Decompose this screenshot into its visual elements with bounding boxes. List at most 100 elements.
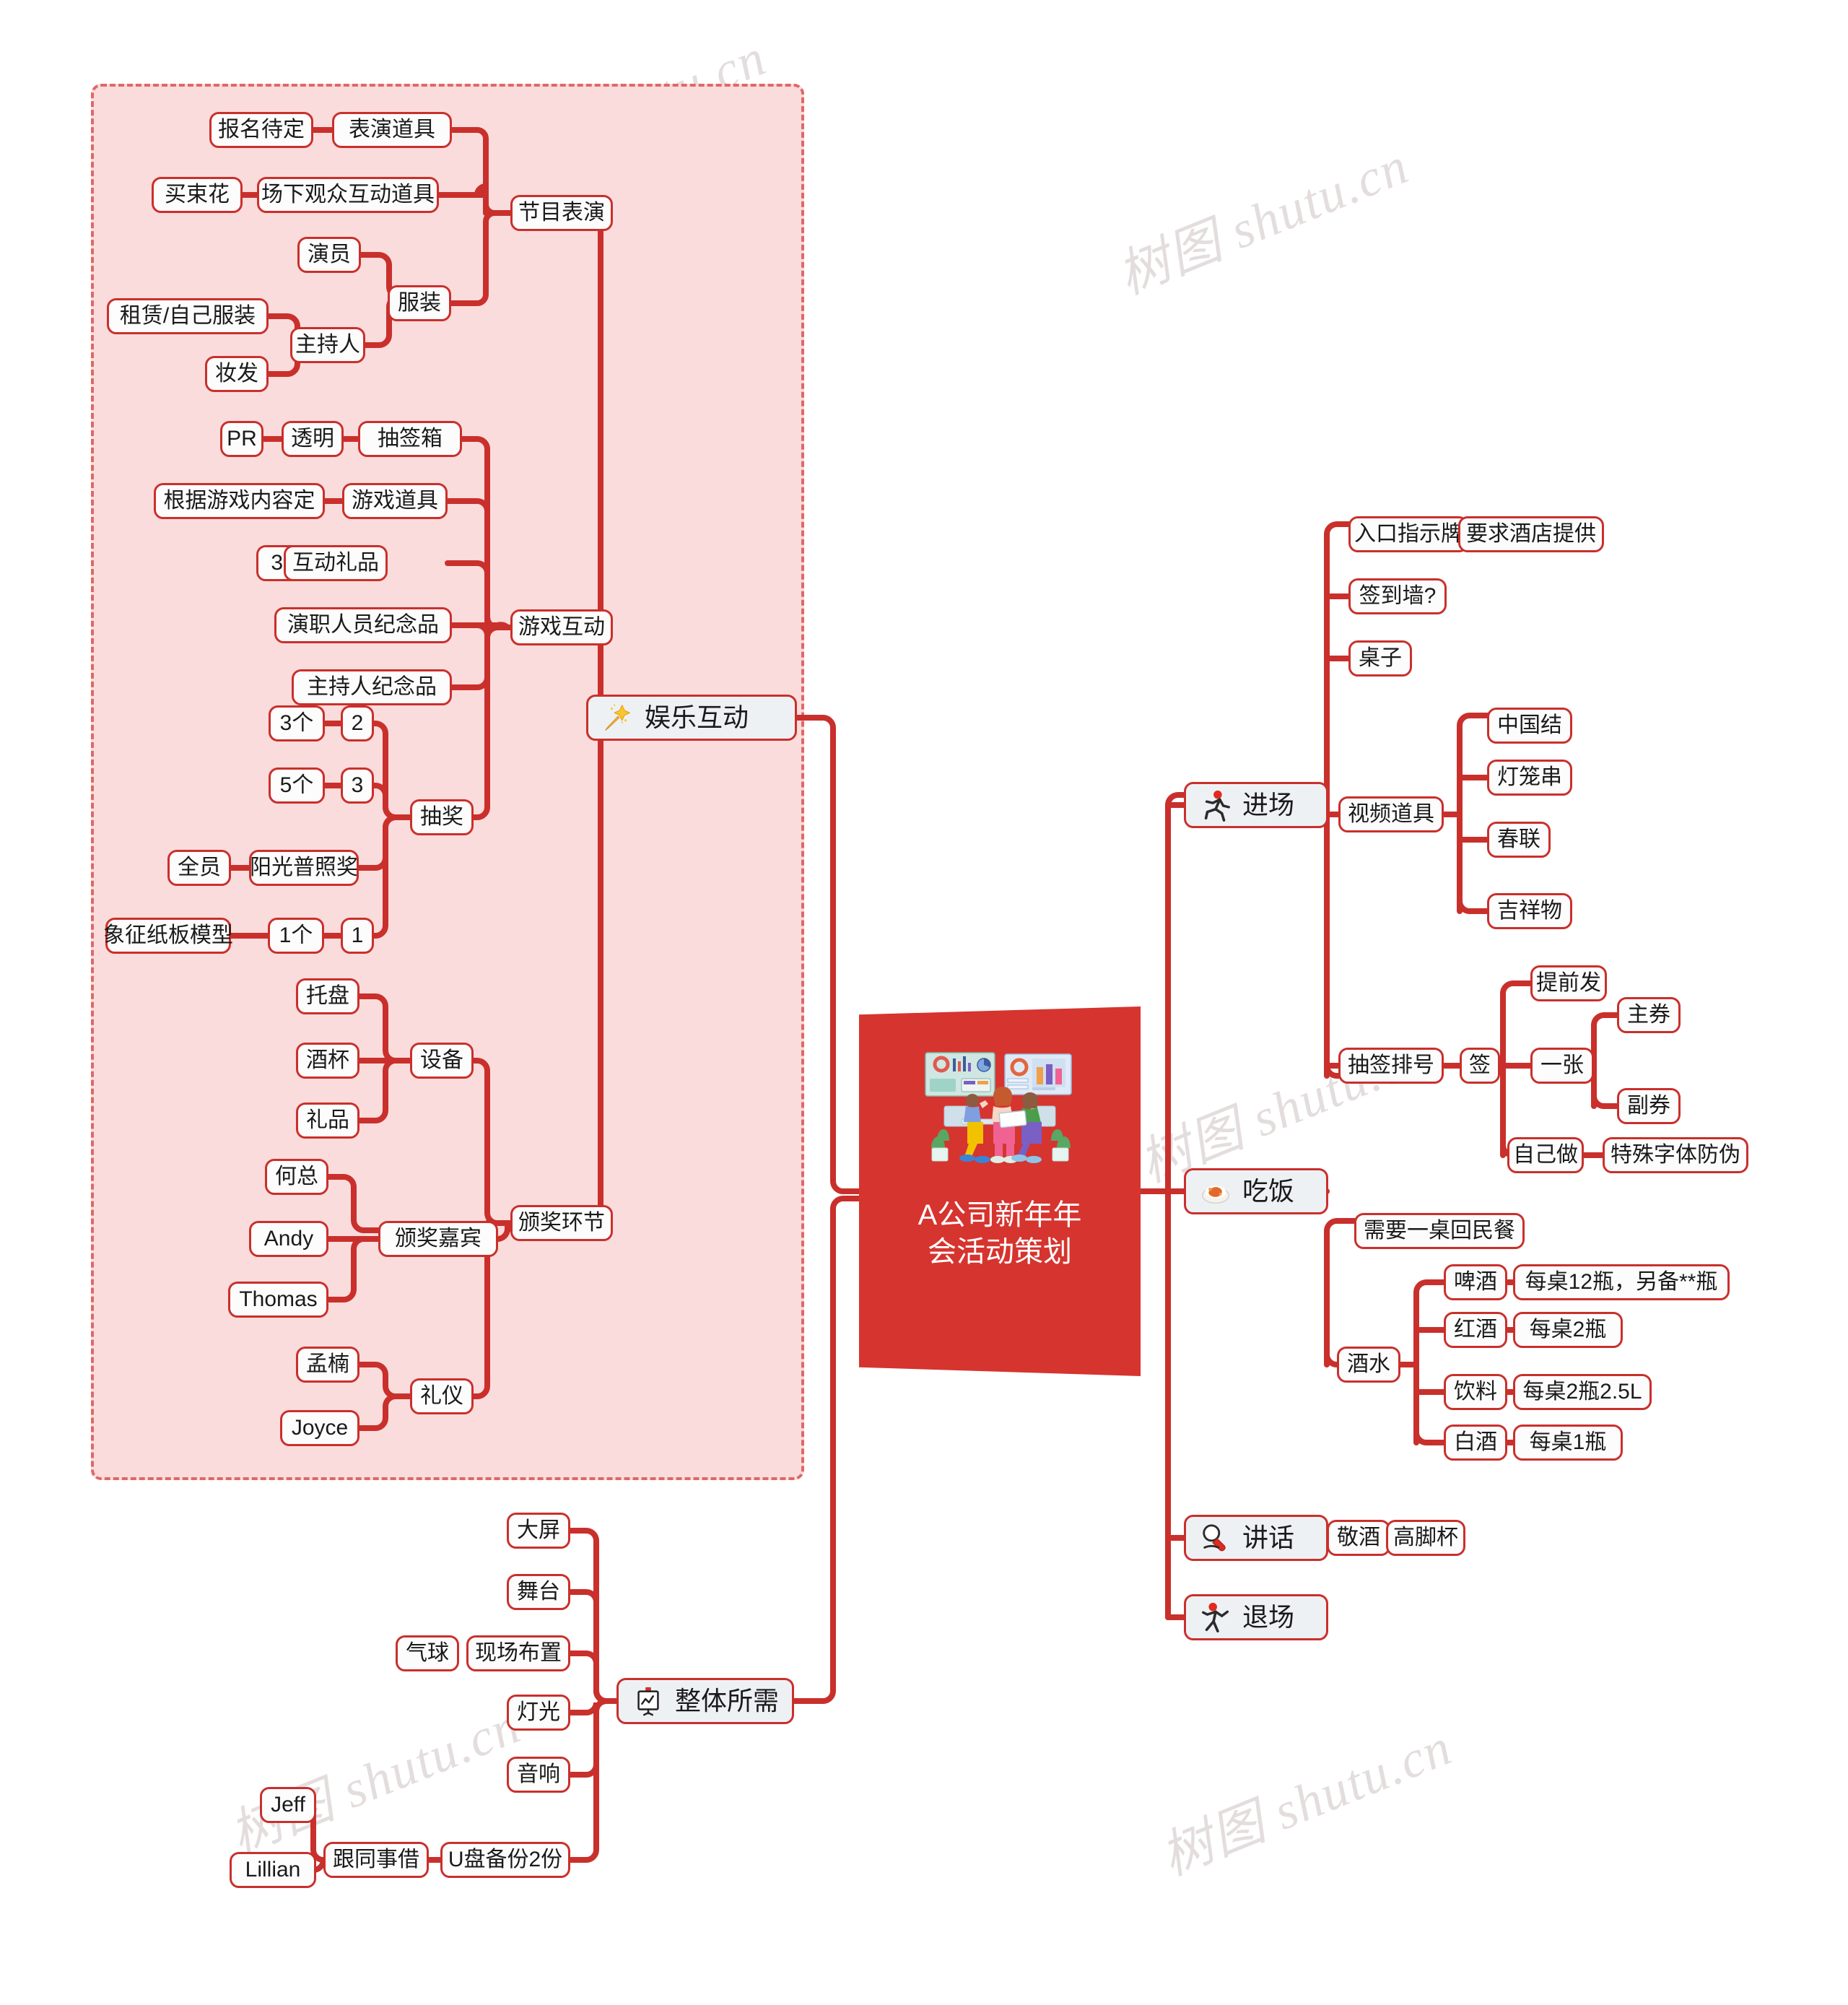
node-hezong[interactable]: 何总 [265, 1159, 328, 1195]
node-chunlian[interactable]: 春联 [1487, 822, 1551, 858]
node-pijiu[interactable]: 啤酒 [1444, 1264, 1507, 1300]
node-wuge[interactable]: 5个 [269, 767, 325, 804]
node-label: 透明 [291, 427, 334, 451]
topic-overall[interactable]: 整体所需 [616, 1678, 794, 1724]
node-fuquan[interactable]: 副券 [1617, 1088, 1681, 1124]
node-label: 1个 [279, 923, 313, 947]
node-qian[interactable]: 签 [1460, 1048, 1500, 1084]
topic-label: 整体所需 [675, 1686, 780, 1715]
node-fuzhuang[interactable]: 服装 [388, 285, 451, 321]
node-daping[interactable]: 大屏 [507, 1513, 570, 1549]
topic-entrance[interactable]: 进场 [1184, 782, 1328, 828]
node-jixiangwu[interactable]: 吉祥物 [1487, 893, 1572, 929]
node-dengguang[interactable]: 灯光 [507, 1695, 570, 1731]
node-hongjiu-value[interactable]: 每桌2瓶 [1513, 1312, 1623, 1348]
node-zijizuo[interactable]: 自己做 [1507, 1137, 1584, 1173]
node-label: 主持人纪念品 [307, 675, 437, 699]
topic-dining[interactable]: 吃饭 [1184, 1168, 1328, 1214]
node-huimincan[interactable]: 需要一桌回民餐 [1354, 1213, 1525, 1249]
node-upan[interactable]: U盘备份2份 [440, 1842, 570, 1878]
node-gentongshi[interactable]: 跟同事借 [323, 1842, 429, 1878]
node-yinliao[interactable]: 饮料 [1444, 1374, 1507, 1410]
node-liyi[interactable]: 礼仪 [410, 1378, 474, 1414]
node-biaoyan-daoju[interactable]: 表演道具 [332, 112, 452, 148]
node-joyce[interactable]: Joyce [280, 1410, 359, 1446]
node-yinxiang[interactable]: 音响 [507, 1757, 570, 1793]
node-label: 每桌2瓶2.5L [1522, 1380, 1642, 1404]
node-yanyuan[interactable]: 演员 [297, 237, 361, 273]
node-3[interactable]: 3 [341, 767, 374, 804]
node-chouqian-paihao[interactable]: 抽签排号 [1338, 1048, 1444, 1084]
node-qiandaoqiang[interactable]: 签到墙? [1348, 578, 1447, 614]
node-label: 气球 [406, 1641, 449, 1665]
node-quanyuan[interactable]: 全员 [167, 850, 231, 886]
person-leaving-icon [1202, 1602, 1229, 1632]
node-shebei[interactable]: 设备 [410, 1043, 474, 1079]
node-label: 买束花 [165, 183, 230, 206]
node-baoming[interactable]: 报名待定 [209, 112, 313, 148]
node-wutai[interactable]: 舞台 [507, 1574, 570, 1610]
node-zhongguojie[interactable]: 中国结 [1487, 708, 1572, 744]
node-banjiang-jiabin[interactable]: 颁奖嘉宾 [378, 1221, 498, 1257]
node-baijiu[interactable]: 白酒 [1444, 1425, 1507, 1461]
node-andy[interactable]: Andy [249, 1221, 328, 1257]
node-choujiang[interactable]: 抽奖 [410, 799, 474, 835]
node-changxia[interactable]: 场下观众互动道具 [257, 177, 439, 213]
node-genju-youxi[interactable]: 根据游戏内容定 [154, 483, 325, 519]
node-pr[interactable]: PR [220, 421, 263, 457]
node-label: 孟楠 [306, 1352, 349, 1376]
node-label: 抽签排号 [1348, 1053, 1434, 1077]
node-banjiang-huanjie[interactable]: 颁奖环节 [510, 1205, 613, 1241]
node-chouqianxiang[interactable]: 抽签箱 [358, 421, 462, 457]
node-zhuquan[interactable]: 主券 [1617, 997, 1681, 1033]
node-hongjiu[interactable]: 红酒 [1444, 1312, 1507, 1348]
node-xiangzheng[interactable]: 象征纸板模型 [103, 918, 233, 954]
node-qiqiu[interactable]: 气球 [396, 1635, 459, 1671]
node-touming[interactable]: 透明 [282, 421, 344, 457]
node-zhuchi-jinianpin[interactable]: 主持人纪念品 [292, 669, 452, 705]
node-mengnan[interactable]: 孟楠 [296, 1347, 359, 1383]
node-xianchang[interactable]: 现场布置 [466, 1635, 570, 1671]
node-gaojiaobei[interactable]: 高脚杯 [1386, 1520, 1465, 1556]
node-youxi-hudong[interactable]: 游戏互动 [510, 609, 613, 645]
node-baijiu-value[interactable]: 每桌1瓶 [1513, 1425, 1623, 1461]
node-yaoqiu[interactable]: 要求酒店提供 [1458, 516, 1604, 552]
node-lipin[interactable]: 礼品 [296, 1102, 359, 1139]
node-label: 入口指示牌 [1354, 522, 1463, 546]
topic-speech[interactable]: 讲话 [1184, 1515, 1328, 1561]
node-2[interactable]: 2 [341, 705, 374, 741]
node-youxi-daoju[interactable]: 游戏道具 [342, 483, 448, 519]
node-zulin[interactable]: 租赁/自己服装 [107, 298, 269, 334]
node-thomas[interactable]: Thomas [228, 1282, 328, 1318]
node-1[interactable]: 1 [341, 918, 374, 954]
topic-entertainment[interactable]: 娱乐互动 [586, 695, 797, 741]
node-yangguang[interactable]: 阳光普照奖 [249, 850, 359, 886]
node-jiubei[interactable]: 酒杯 [296, 1043, 359, 1079]
node-jiemu-biaoyan[interactable]: 节目表演 [510, 195, 613, 231]
node-hudong-lipin[interactable]: 互动礼品 [284, 545, 388, 581]
node-maishuhua[interactable]: 买束花 [152, 177, 243, 213]
meeting-team-illustration [910, 1050, 1090, 1173]
node-label: 1 [351, 923, 364, 947]
node-yizhang[interactable]: 一张 [1530, 1048, 1594, 1084]
node-tiqianfa[interactable]: 提前发 [1530, 965, 1607, 1001]
topic-exit[interactable]: 退场 [1184, 1594, 1328, 1640]
node-zhuchiren[interactable]: 主持人 [290, 327, 365, 363]
node-jingjiu[interactable]: 敬酒 [1327, 1520, 1390, 1556]
node-zhuozi[interactable]: 桌子 [1348, 640, 1412, 677]
node-jeff[interactable]: Jeff [260, 1787, 316, 1823]
node-teshu-fangwei[interactable]: 特殊字体防伪 [1603, 1137, 1748, 1173]
node-shipin-daoju[interactable]: 视频道具 [1338, 796, 1444, 832]
node-lillian[interactable]: Lillian [230, 1852, 316, 1888]
node-rukou[interactable]: 入口指示牌 [1348, 516, 1468, 552]
node-zhuangfa[interactable]: 妆发 [205, 356, 269, 392]
node-jiushui[interactable]: 酒水 [1337, 1347, 1400, 1383]
node-denglongchuan[interactable]: 灯笼串 [1487, 760, 1572, 796]
central-topic[interactable]: A公司新年年会活动策划 [859, 1006, 1141, 1376]
node-yinliao-value[interactable]: 每桌2瓶2.5L [1513, 1374, 1652, 1410]
node-pijiu-value[interactable]: 每桌12瓶，另备**瓶 [1513, 1264, 1730, 1300]
node-sange[interactable]: 3个 [269, 705, 325, 741]
node-tuopan[interactable]: 托盘 [296, 978, 359, 1014]
node-yanzhi-jinianpin[interactable]: 演职人员纪念品 [274, 607, 452, 643]
node-yige[interactable]: 1个 [268, 918, 324, 954]
